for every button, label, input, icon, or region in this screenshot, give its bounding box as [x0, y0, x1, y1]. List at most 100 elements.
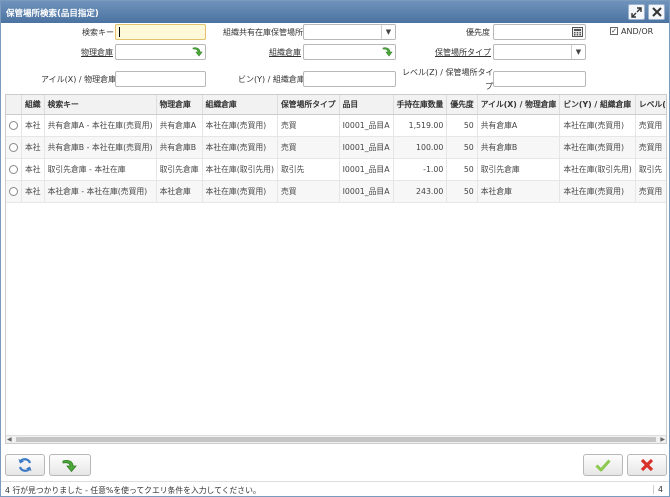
- refresh-icon: [18, 458, 32, 472]
- org-warehouse-label[interactable]: 組織倉庫: [269, 47, 301, 58]
- cell-priority: 50: [446, 114, 478, 137]
- physical-warehouse-input[interactable]: [115, 44, 206, 60]
- cell-search-key: 共有倉庫B - 本社在庫(売買用): [44, 136, 157, 159]
- cell-locator-type: 売買: [277, 136, 340, 159]
- calculator-icon[interactable]: [572, 27, 583, 37]
- cell-level: 取引先: [635, 158, 666, 181]
- cancel-button[interactable]: [627, 454, 667, 476]
- bin-label: ビン(Y) / 組織倉庫: [238, 75, 305, 84]
- level-label-wrap: プ: [485, 82, 493, 91]
- cell-search-key: 取引先倉庫 - 本社在庫: [44, 158, 157, 181]
- horizontal-scrollbar[interactable]: ◀ ▶: [6, 435, 666, 443]
- column-header[interactable]: 組織: [21, 95, 45, 115]
- column-header[interactable]: ビン(Y) / 組織倉庫: [559, 95, 636, 115]
- requery-button[interactable]: [49, 454, 91, 476]
- column-header[interactable]: 保管場所タイプ: [277, 95, 340, 115]
- cell-aisle: 本社倉庫: [477, 180, 561, 203]
- level-input[interactable]: [493, 71, 586, 87]
- priority-label: 優先度: [466, 28, 490, 37]
- title-bar: 保管場所検索(品目指定): [1, 1, 669, 23]
- chevron-down-icon[interactable]: ▼: [571, 45, 585, 59]
- cell-bin: 本社在庫(売買用): [559, 114, 636, 137]
- maximize-button[interactable]: [628, 4, 645, 20]
- scrollbar-thumb[interactable]: [16, 437, 656, 442]
- column-header[interactable]: 物理倉庫: [156, 95, 203, 115]
- dialog-title: 保管場所検索(品目指定): [6, 9, 99, 19]
- physical-warehouse-label[interactable]: 物理倉庫: [81, 47, 113, 58]
- refresh-button[interactable]: [5, 454, 45, 476]
- bin-input[interactable]: [303, 71, 396, 87]
- expand-icon: [631, 7, 642, 18]
- status-row-count: 4: [653, 485, 663, 494]
- and-or-checkbox[interactable]: ✓: [610, 27, 618, 35]
- column-header[interactable]: レベル(Z) / 保管場所: [635, 95, 666, 115]
- table-row[interactable]: 本社 共有倉庫A - 本社在庫(売買用) 共有倉庫A 本社在庫(売買用) 売買 …: [6, 114, 666, 137]
- org-warehouse-input[interactable]: [303, 44, 396, 60]
- table-row[interactable]: 本社 本社倉庫 - 本社在庫(売買用) 本社倉庫 本社在庫(売買用) 売買 I0…: [6, 180, 666, 203]
- row-select-radio[interactable]: [9, 120, 18, 130]
- cell-level: 売買用: [635, 180, 666, 203]
- chevron-down-icon[interactable]: ▼: [381, 25, 395, 39]
- cell-physical-wh: 取引先倉庫: [156, 158, 203, 181]
- locator-search-dialog: 保管場所検索(品目指定) 検索キー 組織共有在庫保管場所 ▼ 優先度 ✓ AND…: [0, 0, 670, 497]
- cell-on-hand-qty: 100.00: [393, 136, 448, 159]
- shared-locator-select[interactable]: ▼: [303, 24, 396, 40]
- search-criteria-panel: 検索キー 組織共有在庫保管場所 ▼ 優先度 ✓ AND/OR 物理倉庫 組織倉庫: [1, 23, 669, 93]
- scroll-right-icon[interactable]: ▶: [660, 436, 665, 443]
- priority-input[interactable]: [493, 24, 586, 40]
- results-table: 組織 検索キー 物理倉庫 組織倉庫 保管場所タイプ 品目 手持在庫数量 優先度 …: [6, 95, 666, 203]
- row-select-radio[interactable]: [9, 142, 18, 152]
- cell-bin: 本社在庫(取引先用): [559, 158, 636, 181]
- cell-bin: 本社在庫(売買用): [559, 136, 636, 159]
- cell-bin: 本社在庫(売買用): [559, 180, 636, 203]
- close-window-button[interactable]: [648, 4, 665, 20]
- cell-on-hand-qty: 1,519.00: [393, 114, 448, 137]
- cell-level: 売買用: [635, 136, 666, 159]
- cell-search-key: 共有倉庫A - 本社在庫(売買用): [44, 114, 157, 137]
- table-row[interactable]: 本社 取引先倉庫 - 本社在庫 取引先倉庫 本社在庫(取引先用) 取引先 I00…: [6, 158, 666, 181]
- check-icon: [595, 459, 611, 472]
- search-go-icon[interactable]: [381, 46, 393, 58]
- column-header[interactable]: 検索キー: [44, 95, 157, 115]
- column-header[interactable]: 手持在庫数量: [393, 95, 448, 115]
- column-header[interactable]: 組織倉庫: [202, 95, 279, 115]
- cell-aisle: 共有倉庫A: [477, 114, 561, 137]
- column-header[interactable]: [6, 95, 22, 115]
- search-key-input[interactable]: [115, 24, 206, 40]
- cell-on-hand-qty: -1.00: [393, 158, 448, 181]
- requery-icon: [62, 459, 77, 473]
- shared-locator-label: 組織共有在庫保管場所: [223, 28, 303, 37]
- column-header[interactable]: 優先度: [446, 95, 478, 115]
- table-row[interactable]: 本社 共有倉庫B - 本社在庫(売買用) 共有倉庫B 本社在庫(売買用) 売買 …: [6, 136, 666, 159]
- cell-product: I0001_品目A: [339, 180, 394, 203]
- cell-priority: 50: [446, 180, 478, 203]
- column-header[interactable]: 品目: [339, 95, 394, 115]
- cell-priority: 50: [446, 158, 478, 181]
- cancel-icon: [640, 458, 654, 472]
- aisle-input[interactable]: [115, 71, 206, 87]
- locator-type-select[interactable]: ▼: [493, 44, 586, 60]
- cell-physical-wh: 共有倉庫A: [156, 114, 203, 137]
- column-header[interactable]: アイル(X) / 物理倉庫: [477, 95, 561, 115]
- cell-product: I0001_品目A: [339, 158, 394, 181]
- scroll-left-icon[interactable]: ◀: [7, 436, 12, 443]
- row-select-radio[interactable]: [9, 186, 18, 196]
- close-icon: [651, 7, 662, 17]
- cell-org-wh: 本社在庫(売買用): [202, 136, 279, 159]
- level-label: レベル(Z) / 保管場所タイ: [402, 68, 494, 77]
- cell-org: 本社: [21, 158, 45, 181]
- row-select-radio[interactable]: [9, 164, 18, 174]
- cell-org-wh: 本社在庫(取引先用): [202, 158, 279, 181]
- status-bar: 4 行が見つかりました - 任意%を使ってクエリ条件を入力してください。 4: [1, 481, 669, 496]
- cell-locator-type: 取引先: [277, 158, 340, 181]
- search-key-label: 検索キー: [82, 28, 114, 37]
- search-go-icon[interactable]: [191, 46, 203, 58]
- cell-search-key: 本社倉庫 - 本社在庫(売買用): [44, 180, 157, 203]
- cell-locator-type: 売買: [277, 114, 340, 137]
- locator-type-label[interactable]: 保管場所タイプ: [435, 47, 491, 58]
- cell-org: 本社: [21, 114, 45, 137]
- table-header-row: 組織 検索キー 物理倉庫 組織倉庫 保管場所タイプ 品目 手持在庫数量 優先度 …: [6, 95, 666, 115]
- cell-level: 売買用: [635, 114, 666, 137]
- ok-button[interactable]: [583, 454, 623, 476]
- results-grid: 組織 検索キー 物理倉庫 組織倉庫 保管場所タイプ 品目 手持在庫数量 優先度 …: [5, 94, 667, 444]
